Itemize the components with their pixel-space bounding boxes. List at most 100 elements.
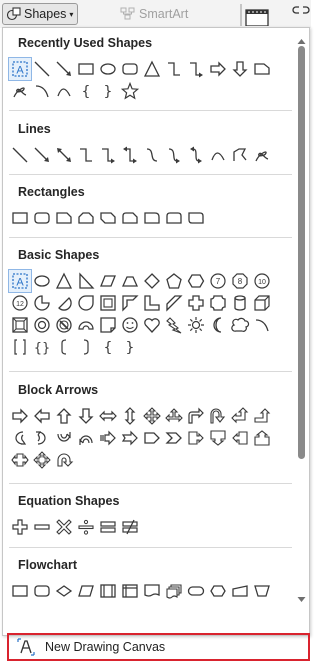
folded-corner-shape-icon[interactable] [97, 314, 119, 336]
snip-diagonal-corner-rectangle-shape-icon[interactable] [97, 207, 119, 229]
snip-and-round-rectangle-shape-icon[interactable] [119, 207, 141, 229]
minus-shape-icon[interactable] [31, 516, 53, 538]
left-right-up-arrow-shape-icon[interactable] [163, 405, 185, 427]
equal-shape-icon[interactable] [97, 516, 119, 538]
curved-left-arrow-shape-icon[interactable] [31, 427, 53, 449]
text-box-shape-icon[interactable]: A [8, 269, 32, 293]
new-drawing-canvas-button[interactable]: New Drawing Canvas [7, 633, 310, 661]
lightning-bolt-shape-icon[interactable] [163, 314, 185, 336]
hexagon-shape-icon[interactable] [185, 270, 207, 292]
flowchart-multidocument-shape-icon[interactable] [163, 580, 185, 602]
right-bracket-shape-icon[interactable] [75, 336, 97, 358]
left-brace-shape-icon[interactable]: { [97, 336, 119, 358]
right-arrow-callout-shape-icon[interactable] [185, 427, 207, 449]
flowchart-manual-operation-shape-icon[interactable] [251, 580, 273, 602]
left-brace-shape-icon[interactable]: { [75, 80, 97, 102]
elbow-connector-shape-icon[interactable] [163, 58, 185, 80]
no-symbol-shape-icon[interactable] [53, 314, 75, 336]
gallery-scrollbar[interactable] [294, 28, 309, 608]
division-shape-icon[interactable] [75, 516, 97, 538]
heart-shape-icon[interactable] [141, 314, 163, 336]
left-up-arrow-shape-icon[interactable] [229, 405, 251, 427]
bevel-shape-icon[interactable] [9, 314, 31, 336]
curved-right-arrow-shape-icon[interactable] [9, 427, 31, 449]
right-arrow-shape-icon[interactable] [207, 58, 229, 80]
down-arrow-shape-icon[interactable] [75, 405, 97, 427]
shapes-dropdown-button[interactable]: Shapes ▾ [2, 3, 78, 25]
elbow-connector-shape-icon[interactable] [75, 144, 97, 166]
left-right-arrow-shape-icon[interactable] [97, 405, 119, 427]
u-turn-arrow-shape-icon[interactable] [207, 405, 229, 427]
can-shape-icon[interactable] [229, 292, 251, 314]
octagon-shape-icon[interactable]: 8 [229, 270, 251, 292]
elbow-arrow-connector-shape-icon[interactable] [185, 58, 207, 80]
multiply-shape-icon[interactable] [53, 516, 75, 538]
arc-shape-icon[interactable] [31, 80, 53, 102]
partial-circle-shape-icon[interactable] [31, 292, 53, 314]
diagonal-stripe-shape-icon[interactable] [163, 292, 185, 314]
scribble-shape-icon[interactable] [9, 80, 31, 102]
right-arrow-shape-icon[interactable] [9, 405, 31, 427]
cube-shape-icon[interactable] [251, 292, 273, 314]
parallelogram-shape-icon[interactable] [97, 270, 119, 292]
rounded-rectangle-shape-icon[interactable] [31, 207, 53, 229]
chord-shape-icon[interactable] [53, 292, 75, 314]
double-brace-shape-icon[interactable]: {} [31, 336, 53, 358]
block-arc-shape-icon[interactable] [75, 314, 97, 336]
scrollbar-thumb[interactable] [298, 46, 305, 459]
double-bracket-shape-icon[interactable] [9, 336, 31, 358]
star-shape-icon[interactable] [119, 80, 141, 102]
round-same-side-corner-rectangle-shape-icon[interactable] [163, 207, 185, 229]
flowchart-predefined-process-shape-icon[interactable] [97, 580, 119, 602]
smartart-button[interactable]: SmartArt [120, 4, 188, 24]
up-arrow-shape-icon[interactable] [53, 405, 75, 427]
flowchart-manual-input-shape-icon[interactable] [229, 580, 251, 602]
dodecagon-shape-icon[interactable]: 12 [9, 292, 31, 314]
flowchart-document-shape-icon[interactable] [141, 580, 163, 602]
cross-shape-icon[interactable] [185, 292, 207, 314]
left-arrow-callout-shape-icon[interactable] [229, 427, 251, 449]
plaque-shape-icon[interactable] [207, 292, 229, 314]
up-down-arrow-shape-icon[interactable] [119, 405, 141, 427]
half-frame-shape-icon[interactable] [119, 292, 141, 314]
scroll-down-arrow-icon[interactable] [297, 590, 306, 608]
text-box-shape-icon[interactable]: A [8, 57, 32, 81]
decagon-shape-icon[interactable]: 10 [251, 270, 273, 292]
left-arrow-shape-icon[interactable] [31, 405, 53, 427]
round-diagonal-corner-rectangle-shape-icon[interactable] [185, 207, 207, 229]
down-arrow-shape-icon[interactable] [229, 58, 251, 80]
left-right-arrow-callout-shape-icon[interactable] [9, 449, 31, 471]
frame-shape-icon[interactable] [97, 292, 119, 314]
bent-up-arrow-shape-icon[interactable] [251, 405, 273, 427]
left-bracket-shape-icon[interactable] [53, 336, 75, 358]
pentagon-shape-icon[interactable] [163, 270, 185, 292]
curved-connector-shape-icon[interactable] [141, 144, 163, 166]
flowchart-decision-shape-icon[interactable] [53, 580, 75, 602]
bent-arrow-shape-icon[interactable] [185, 405, 207, 427]
double-arrow-line-shape-icon[interactable] [53, 144, 75, 166]
rectangle-shape-icon[interactable] [75, 58, 97, 80]
teardrop-shape-icon[interactable] [75, 292, 97, 314]
curve-shape-icon[interactable] [53, 80, 75, 102]
curved-up-arrow-shape-icon[interactable] [53, 427, 75, 449]
flowchart-alternate-process-shape-icon[interactable] [31, 580, 53, 602]
quad-arrow-shape-icon[interactable] [141, 405, 163, 427]
plus-shape-icon[interactable] [9, 516, 31, 538]
oval-shape-icon[interactable] [31, 270, 53, 292]
smiley-face-shape-icon[interactable] [119, 314, 141, 336]
curved-down-arrow-shape-icon[interactable] [75, 427, 97, 449]
trapezoid-shape-icon[interactable] [119, 270, 141, 292]
triangle-shape-icon[interactable] [141, 58, 163, 80]
line-shape-icon[interactable] [9, 144, 31, 166]
right-triangle-shape-icon[interactable] [75, 270, 97, 292]
donut-shape-icon[interactable] [31, 314, 53, 336]
freeform-shape-icon[interactable] [229, 144, 251, 166]
l-shape-icon[interactable] [141, 292, 163, 314]
curved-arrow-connector-shape-icon[interactable] [163, 144, 185, 166]
sun-shape-icon[interactable] [185, 314, 207, 336]
striped-right-arrow-shape-icon[interactable] [97, 427, 119, 449]
cloud-shape-icon[interactable] [229, 314, 251, 336]
scribble-shape-icon[interactable] [251, 144, 273, 166]
elbow-arrow-connector-shape-icon[interactable] [97, 144, 119, 166]
link-icon[interactable] [292, 4, 310, 23]
